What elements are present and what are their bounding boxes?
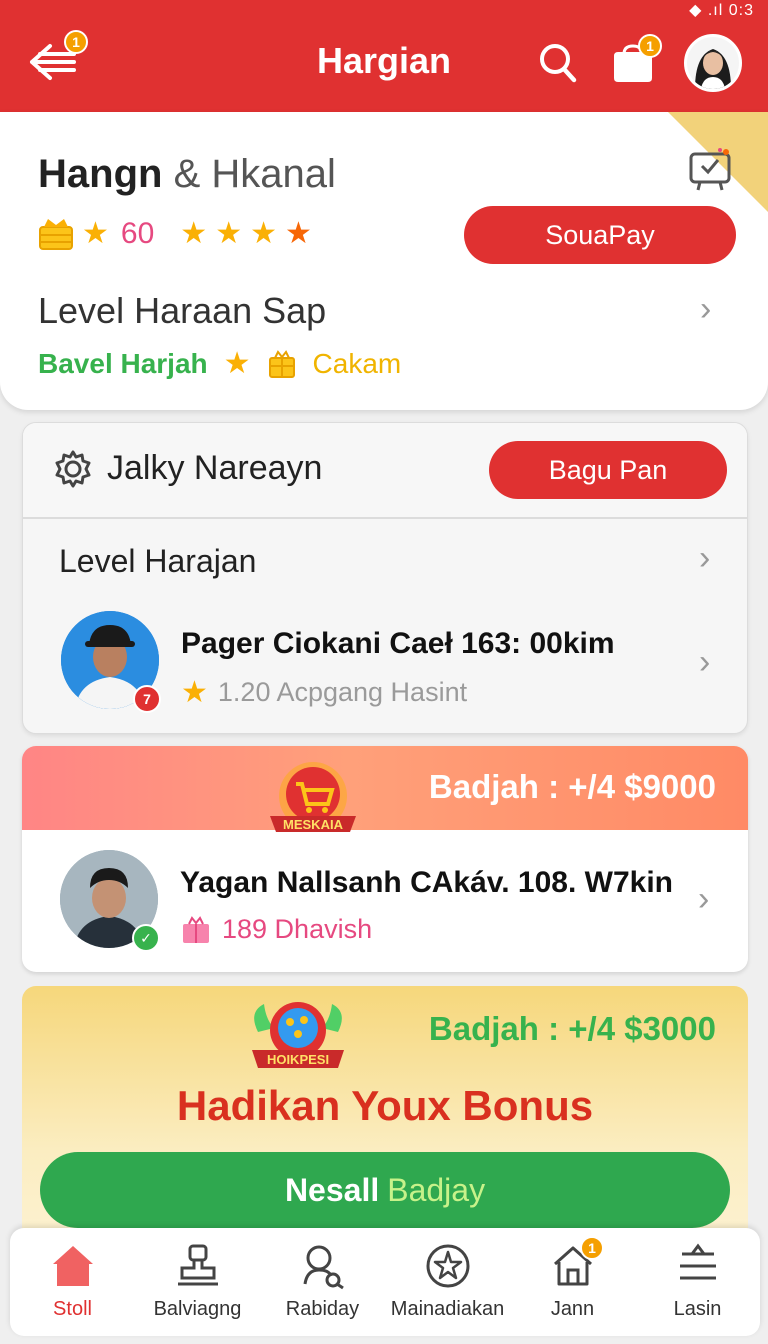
profile-last-name: Hkanal	[211, 152, 336, 196]
nav-label: Balviagng	[153, 1298, 242, 1320]
profile-first-name: Hangn	[38, 152, 163, 196]
badge-card: Badjah : +/4 $9000 MESKAIA ✓ Yagan Nalls…	[22, 746, 748, 972]
chevron-right-icon[interactable]: ›	[698, 880, 709, 919]
nav-item-stoll[interactable]: Stoll	[10, 1228, 135, 1336]
chevron-right-icon[interactable]: ›	[699, 539, 710, 578]
bottom-nav: Stoll Balviagng Rabiday Mainadiakan 1 Ja…	[10, 1228, 760, 1336]
nav-badge: 1	[580, 1236, 604, 1260]
claim-button-light: Badjay	[387, 1171, 486, 1208]
level-gold-label: Cakam	[312, 347, 402, 379]
badge-amount: Badjah : +/4 $9000	[428, 768, 716, 805]
bag-button[interactable]: 1	[610, 34, 662, 84]
search-person-icon	[303, 1245, 344, 1290]
emblem-text: MESKAIA	[283, 817, 344, 832]
rating-value: 60	[120, 216, 155, 250]
level-green-label: Bavel Harjah	[38, 347, 208, 379]
emblem-text: HOIKPESI	[267, 1052, 329, 1067]
nav-item-rabiday[interactable]: Rabiday	[260, 1228, 385, 1336]
referral-title: Jalky Nareayn	[107, 449, 323, 487]
nav-item-lasin[interactable]: Lasin	[635, 1228, 760, 1336]
referral-level-label[interactable]: Level Harajan	[59, 543, 256, 580]
verified-check-icon: ✓	[132, 924, 160, 952]
trophy-emblem-icon: HOIKPESI	[240, 992, 356, 1084]
star-icon: ★	[180, 217, 208, 250]
nav-label: Mainadiakan	[390, 1298, 505, 1320]
app-header: ◆ .ıl 0:3 1 Hargian 1	[0, 0, 768, 112]
referral-card: Jalky Nareayn Bagu Pan Level Harajan › 7…	[22, 422, 748, 734]
profile-card: Hangn & Hkanal ★ 60 ★ ★ ★ ★ SouaPay Leve…	[0, 112, 768, 410]
gift-box-icon	[268, 349, 295, 378]
chevron-right-icon[interactable]: ›	[700, 290, 711, 329]
nav-label: Rabiday	[285, 1298, 360, 1320]
person-name[interactable]: Yagan Nallsanh CAkáv. 108. W7kin	[180, 866, 673, 900]
nav-item-mainadiakan[interactable]: Mainadiakan	[385, 1228, 510, 1336]
star-icon: ★	[285, 217, 312, 250]
nav-label: Jann	[550, 1298, 595, 1320]
user-avatar-image	[687, 37, 739, 89]
level-sub-row: Bavel Harjah ★ Cakam	[38, 346, 401, 381]
star-icon: ★	[181, 676, 208, 709]
chevron-right-icon[interactable]: ›	[699, 643, 710, 682]
star-icon: ★	[215, 217, 243, 250]
gear-icon[interactable]	[53, 449, 93, 489]
level-title[interactable]: Level Haraan Sap	[38, 290, 326, 332]
star-icon: ★	[250, 217, 277, 250]
status-bar: ◆ .ıl 0:3	[689, 2, 754, 19]
search-button[interactable]	[538, 40, 578, 84]
rating-row: ★ 60 ★ ★ ★ ★	[38, 216, 312, 251]
profile-amp: &	[173, 152, 201, 196]
pay-button[interactable]: SouaPay	[464, 206, 736, 264]
person-subtitle-text: 189 Dhavish	[222, 914, 373, 944]
nav-item-balviagng[interactable]: Balviagng	[135, 1228, 260, 1336]
bag-badge: 1	[638, 34, 662, 58]
claim-button-bold: Nesall	[284, 1171, 380, 1208]
star-icon: ★	[223, 347, 251, 380]
tv-gift-icon[interactable]	[688, 148, 732, 191]
star-globe-icon	[426, 1244, 469, 1288]
nav-item-jann[interactable]: 1 Jann	[510, 1228, 635, 1336]
person-subtitle: ★ 1.20 Acpgang Hasint	[181, 675, 467, 710]
referral-button[interactable]: Bagu Pan	[489, 441, 727, 499]
user-avatar[interactable]	[684, 34, 742, 92]
badge-card-band: Badjah : +/4 $9000	[22, 746, 748, 830]
nav-label: Lasin	[673, 1298, 722, 1320]
stamp-icon	[177, 1244, 218, 1286]
home-icon	[52, 1246, 93, 1286]
nav-label: Stoll	[53, 1298, 92, 1320]
profile-name: Hangn & Hkanal	[38, 152, 336, 197]
bonus-title: Hadikan Youx Bonus	[176, 1082, 594, 1129]
menu-icon	[679, 1243, 716, 1280]
gift-box-icon	[183, 915, 209, 943]
star-icon: ★	[82, 217, 109, 250]
search-icon	[540, 44, 577, 83]
person-badge: 7	[133, 685, 161, 713]
cart-emblem-icon: MESKAIA	[258, 754, 368, 846]
person-name[interactable]: Pager Ciokani Caeł 163: 00kim	[181, 627, 615, 661]
treasure-icon	[39, 218, 73, 250]
bonus-amount: Badjah : +/4 $3000	[428, 1010, 716, 1047]
referral-card-header: Jalky Nareayn Bagu Pan	[23, 423, 747, 519]
person-subtitle-text: 1.20 Acpgang Hasint	[217, 677, 468, 707]
person-subtitle: 189 Dhavish	[180, 914, 372, 945]
claim-bonus-button[interactable]: Nesall Badjay	[40, 1152, 730, 1228]
